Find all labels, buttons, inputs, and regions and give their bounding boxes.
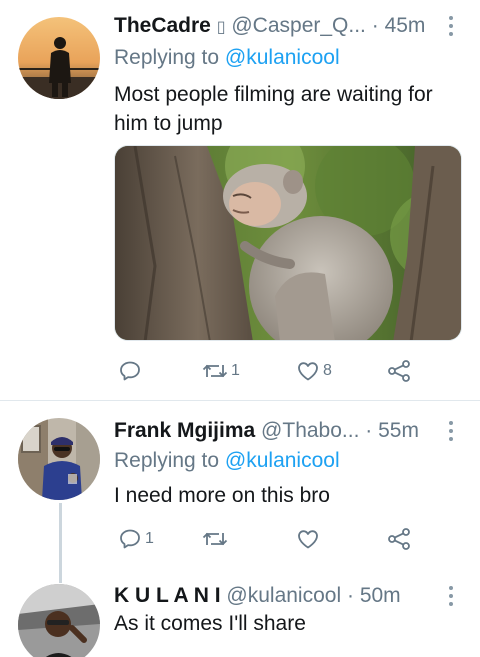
tweet-text: I need more on this bro — [114, 484, 330, 507]
reply-icon — [120, 529, 140, 549]
separator-dot: · — [365, 419, 373, 442]
separator-dot: · — [371, 14, 379, 37]
tweet-header: TheCadre ▯ @Casper_Q... · 45m — [114, 14, 425, 40]
name-emoji: ▯ — [216, 19, 226, 36]
handle[interactable]: @Casper_Q... — [231, 14, 366, 37]
share-button[interactable] — [386, 356, 412, 386]
monkey-photo — [115, 146, 461, 340]
timestamp[interactable]: 45m — [385, 14, 426, 37]
retweet-icon — [202, 364, 228, 378]
more-icon[interactable] — [445, 16, 457, 40]
tweet-actions: 1 — [114, 524, 424, 554]
retweet-button[interactable] — [202, 524, 231, 554]
reply-mention-link[interactable]: @kulanicool — [225, 449, 340, 472]
timestamp[interactable]: 55m — [378, 419, 419, 442]
like-icon — [298, 530, 318, 549]
avatar-image — [18, 17, 100, 99]
tweet-header: Frank Mgijima @Thabo... · 55m — [114, 419, 419, 443]
display-name[interactable]: K U L A N I — [114, 584, 221, 607]
tweet-thecadre[interactable]: TheCadre ▯ @Casper_Q... · 45m Replying t… — [0, 0, 480, 398]
tweet-media-photo[interactable] — [114, 145, 462, 341]
replying-to: Replying to @kulanicool — [114, 46, 340, 70]
like-count: 8 — [323, 362, 332, 379]
reply-icon — [120, 361, 140, 381]
timestamp[interactable]: 50m — [360, 584, 401, 607]
like-button[interactable] — [296, 524, 323, 554]
tweet-header: K U L A N I @kulanicool · 50m — [114, 584, 401, 608]
avatar[interactable] — [18, 17, 100, 99]
like-icon — [298, 362, 318, 381]
retweet-icon — [202, 532, 228, 546]
tweet-text: As it comes I'll share — [114, 612, 306, 635]
separator-dot: · — [346, 584, 354, 607]
display-name[interactable]: TheCadre — [114, 14, 211, 37]
reply-mention-link[interactable]: @kulanicool — [225, 46, 340, 69]
more-icon[interactable] — [445, 586, 457, 610]
retweet-count: 1 — [231, 362, 240, 379]
reply-prefix: Replying to — [114, 46, 220, 69]
reply-count: 1 — [145, 530, 154, 547]
display-name[interactable]: Frank Mgijima — [114, 419, 255, 442]
avatar[interactable] — [18, 584, 100, 657]
retweet-button[interactable]: 1 — [202, 356, 240, 386]
avatar-image — [18, 584, 100, 657]
handle[interactable]: @Thabo... — [261, 419, 359, 442]
reply-prefix: Replying to — [114, 449, 220, 472]
share-icon — [388, 360, 410, 382]
handle[interactable]: @kulanicool — [226, 584, 341, 607]
share-icon — [388, 528, 410, 550]
more-icon[interactable] — [445, 421, 457, 445]
reply-button[interactable] — [118, 356, 145, 386]
like-button[interactable]: 8 — [296, 356, 332, 386]
thread-connector-line — [59, 503, 62, 583]
reply-button[interactable]: 1 — [118, 524, 154, 554]
avatar[interactable] — [18, 418, 100, 500]
share-button[interactable] — [386, 524, 412, 554]
tweet-actions: 1 8 — [114, 356, 424, 386]
tweet-kulani[interactable]: K U L A N I @kulanicool · 50m As it come… — [0, 576, 480, 657]
avatar-image — [18, 418, 100, 500]
tweet-text: Most people filming are waiting for him … — [114, 83, 433, 135]
replying-to: Replying to @kulanicool — [114, 449, 340, 473]
tweet-frank-mgijima[interactable]: Frank Mgijima @Thabo... · 55m Replying t… — [0, 401, 480, 576]
